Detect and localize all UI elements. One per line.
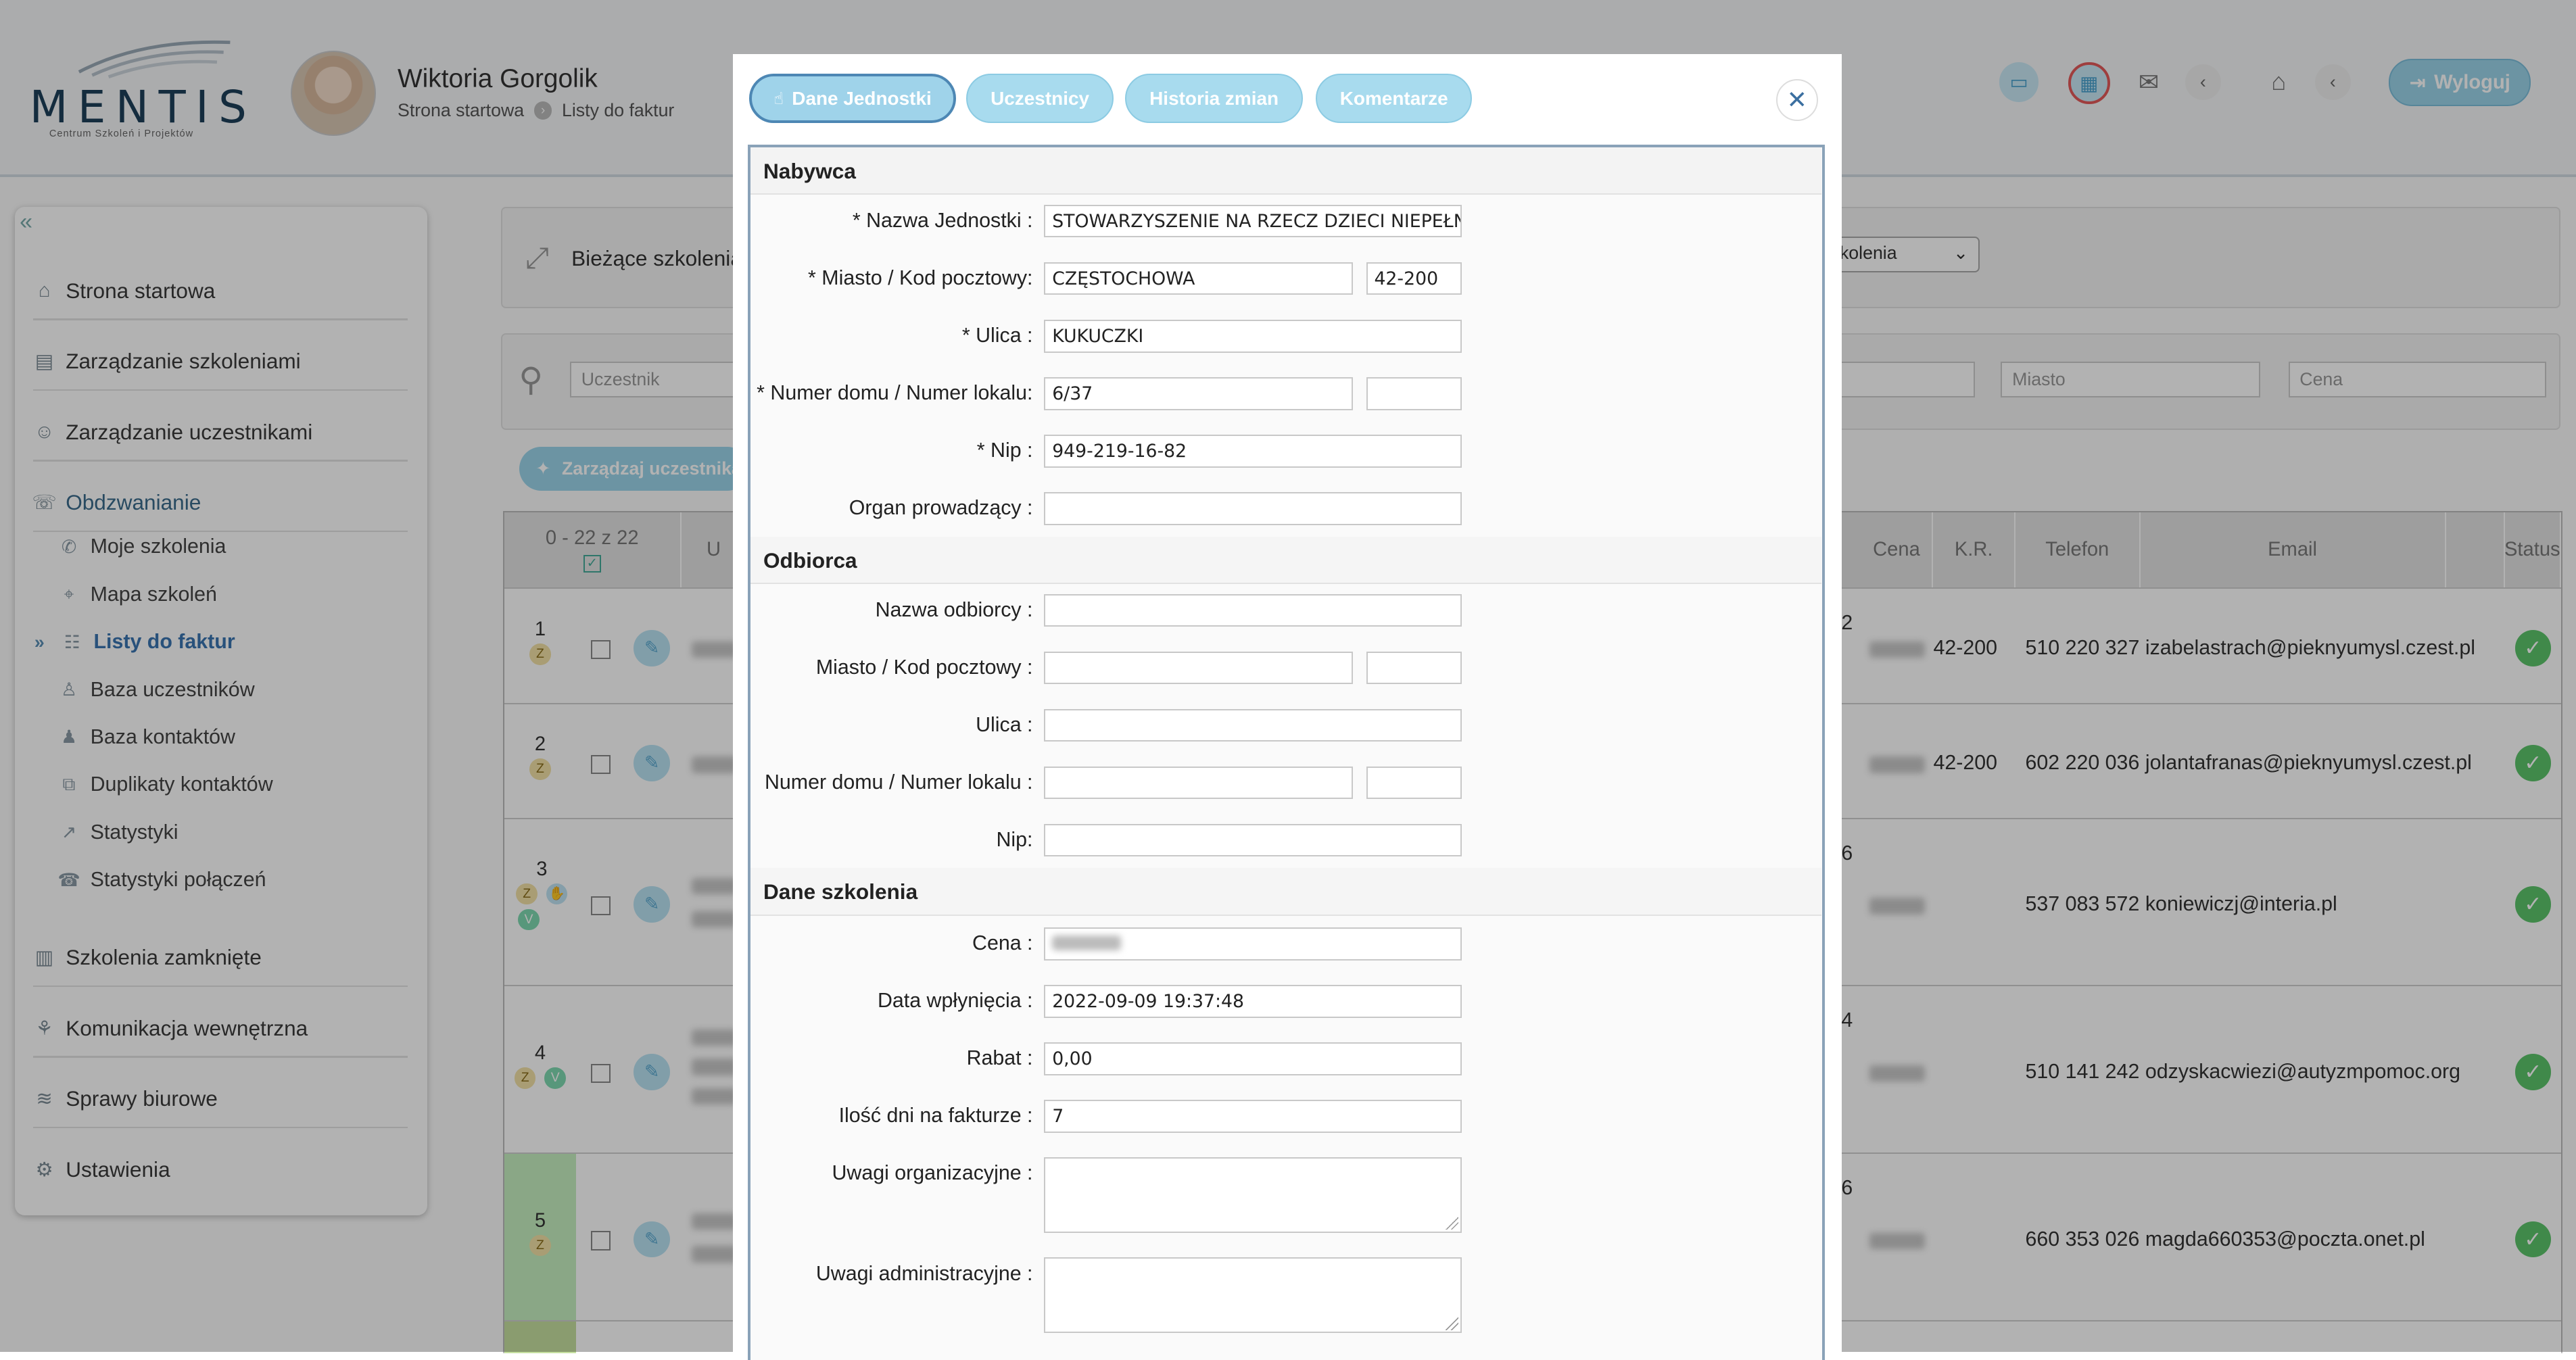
price-input[interactable]	[1044, 927, 1462, 961]
modal-tab-bar: ☝ Dane Jednostki Uczestnicy Historia zmi…	[732, 54, 1842, 145]
unit-form: Nabywca * Nazwa Jednostki : STOWARZYSZEN…	[747, 144, 1826, 1360]
recipient-street-label: Ulica :	[976, 714, 1033, 737]
recipient-zip-input[interactable]	[1366, 651, 1462, 685]
tab-label: Komentarze	[1339, 87, 1448, 109]
recipient-flat-input[interactable]	[1366, 766, 1462, 800]
resize-handle-icon[interactable]	[1445, 1317, 1459, 1330]
redacted-price-value	[1052, 935, 1122, 950]
pointer-icon: ☝	[773, 89, 784, 108]
recipient-city-input[interactable]	[1044, 651, 1354, 685]
section-training: Dane szkolenia	[750, 868, 1821, 916]
tab-label: Uczestnicy	[991, 87, 1090, 109]
unit-details-modal: ☝ Dane Jednostki Uczestnicy Historia zmi…	[732, 54, 1842, 1360]
buyer-city-input[interactable]: CZĘSTOCHOWA	[1044, 262, 1354, 295]
recipient-street-input[interactable]	[1044, 708, 1462, 742]
buyer-street-label: * Ulica :	[961, 324, 1033, 347]
recipient-nip-input[interactable]	[1044, 823, 1462, 857]
tab-comments[interactable]: Komentarze	[1316, 74, 1473, 124]
resize-handle-icon[interactable]	[1445, 1217, 1459, 1230]
admin-notes-label: Uwagi administracyjne :	[815, 1262, 1033, 1285]
date-received-label: Data wpłynięcia :	[877, 990, 1033, 1013]
close-icon: ✕	[1786, 86, 1808, 114]
invoice-days-input[interactable]: 7	[1044, 1100, 1462, 1133]
recipient-house-label: Numer domu / Numer lokalu :	[764, 771, 1033, 794]
buyer-nip-label: * Nip :	[976, 439, 1033, 462]
admin-notes-textarea[interactable]	[1044, 1257, 1462, 1334]
tab-label: Dane Jednostki	[792, 87, 932, 109]
org-notes-textarea[interactable]	[1044, 1157, 1462, 1233]
buyer-nip-input[interactable]: 949-219-16-82	[1044, 435, 1462, 468]
recipient-name-input[interactable]	[1044, 593, 1462, 627]
tab-change-history[interactable]: Historia zmian	[1125, 74, 1303, 124]
tab-participants[interactable]: Uczestnicy	[965, 74, 1114, 124]
close-button[interactable]: ✕	[1775, 78, 1818, 121]
recipient-city-label: Miasto / Kod pocztowy :	[815, 656, 1033, 679]
buyer-city-label: * Miasto / Kod pocztowy:	[808, 267, 1033, 290]
discount-label: Rabat :	[966, 1047, 1033, 1070]
tab-label: Historia zmian	[1149, 87, 1279, 109]
buyer-name-input[interactable]: STOWARZYSZENIE NA RZECZ DZIECI NIEPEŁNOS…	[1044, 204, 1462, 238]
date-received-input[interactable]: 2022-09-09 19:37:48	[1044, 984, 1462, 1018]
buyer-flat-input[interactable]	[1366, 377, 1462, 410]
section-buyer: Nabywca	[750, 147, 1821, 195]
buyer-zip-input[interactable]: 42-200	[1366, 262, 1462, 295]
price-label: Cena :	[972, 932, 1033, 955]
tab-unit-data[interactable]: ☝ Dane Jednostki	[748, 74, 957, 124]
buyer-street-input[interactable]: KUKUCZKI	[1044, 319, 1462, 353]
org-notes-label: Uwagi organizacyjne :	[832, 1162, 1033, 1185]
recipient-name-label: Nazwa odbiorcy :	[875, 598, 1033, 621]
buyer-house-label: * Numer domu / Numer lokalu:	[757, 382, 1033, 405]
buyer-organ-input[interactable]	[1044, 492, 1462, 525]
buyer-house-input[interactable]: 6/37	[1044, 377, 1354, 410]
buyer-name-label: * Nazwa Jednostki :	[852, 210, 1033, 233]
discount-input[interactable]: 0,00	[1044, 1042, 1462, 1075]
recipient-nip-label: Nip:	[996, 829, 1033, 852]
recipient-house-input[interactable]	[1044, 766, 1354, 800]
buyer-organ-label: Organ prowadzący :	[849, 497, 1033, 520]
invoice-days-label: Ilość dni na fakturze :	[838, 1104, 1033, 1127]
section-recipient: Odbiorca	[750, 536, 1821, 585]
